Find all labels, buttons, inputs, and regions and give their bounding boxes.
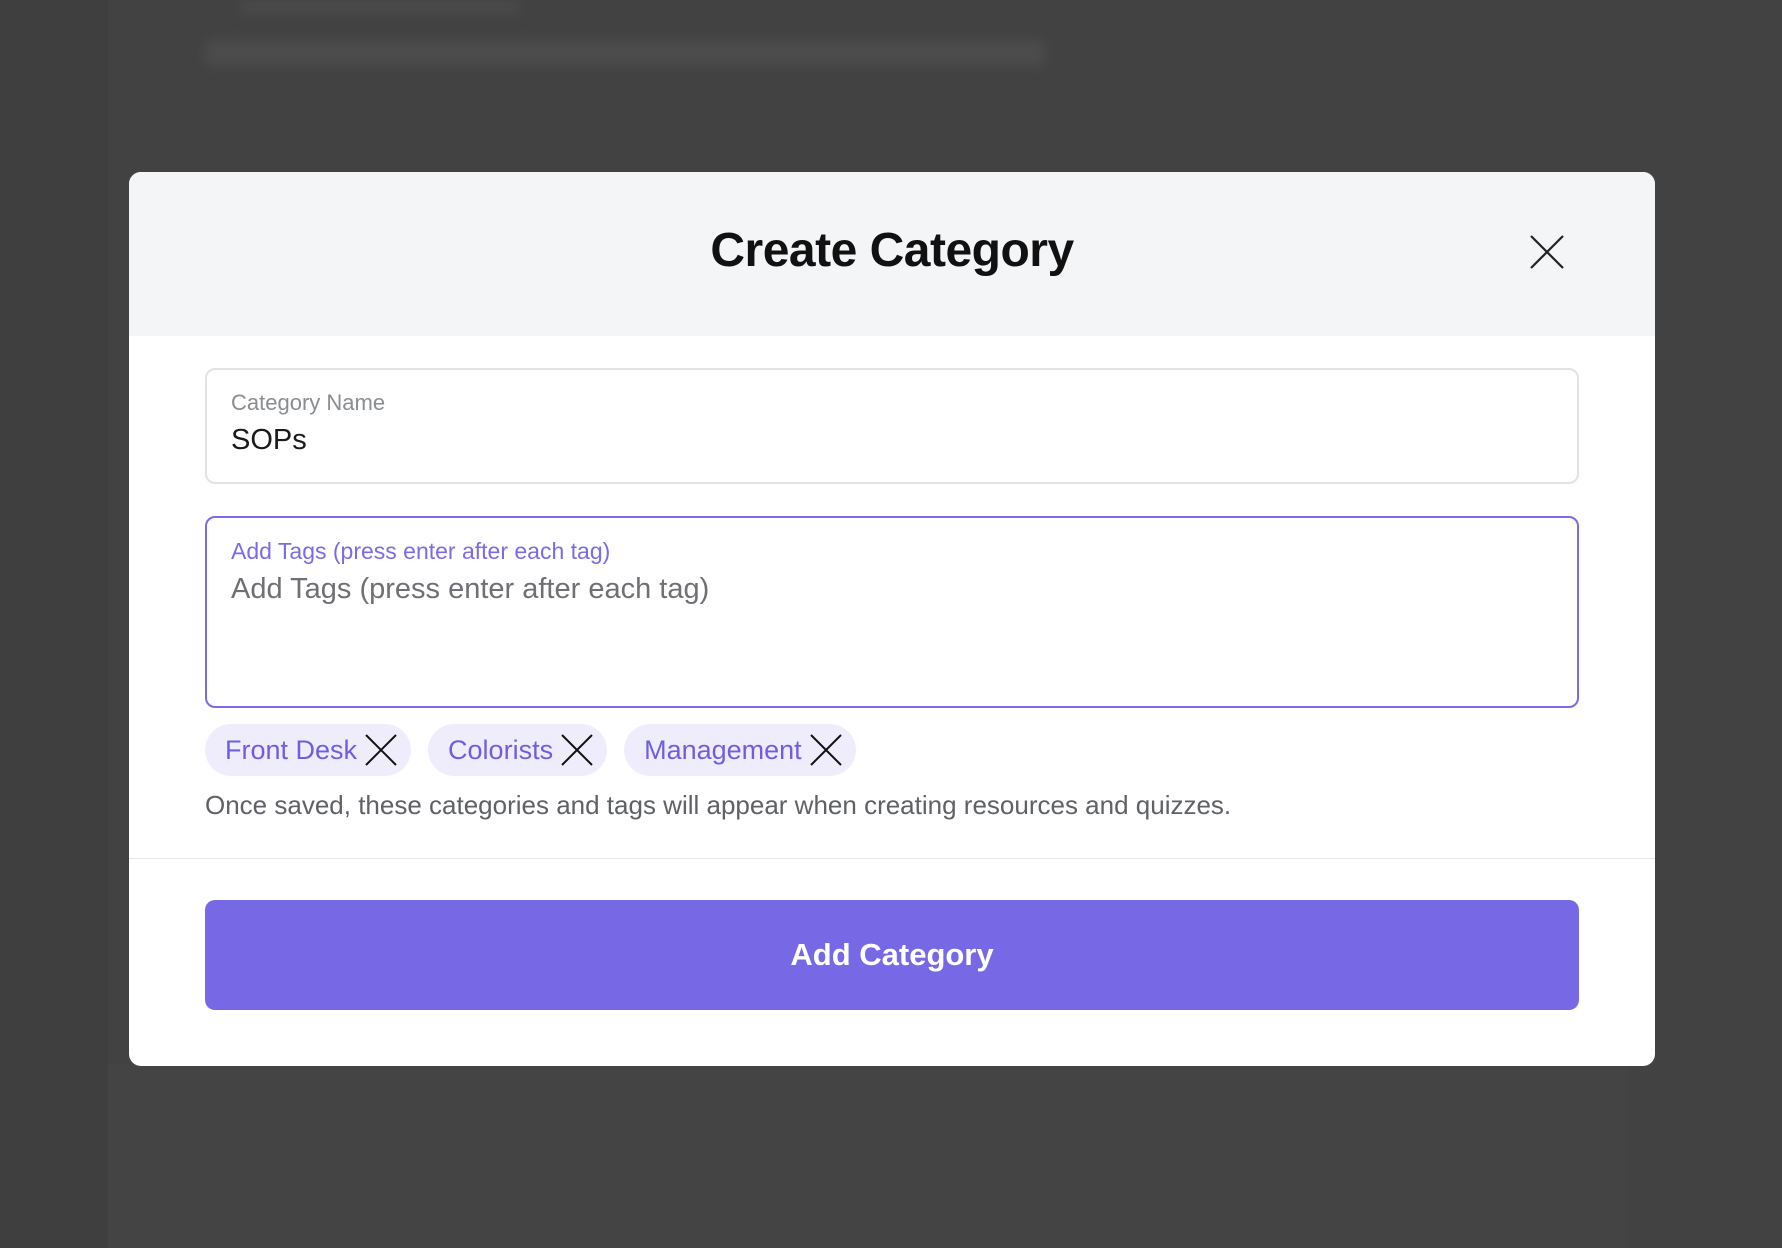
dialog-header: Create Category	[129, 172, 1655, 336]
tag-chip-list: Front Desk Colorists Management	[205, 724, 1579, 776]
category-name-label: Category Name	[231, 390, 386, 415]
close-button[interactable]	[1527, 232, 1567, 272]
tags-input[interactable]	[231, 573, 1553, 606]
tags-field[interactable]: Add Tags (press enter after each tag)	[205, 516, 1579, 708]
tags-label: Add Tags (press enter after each tag)	[231, 538, 611, 564]
helper-text: Once saved, these categories and tags wi…	[205, 790, 1232, 820]
category-name-input[interactable]: SOPs	[231, 424, 1553, 457]
tag-chip: Front Desk	[205, 724, 412, 776]
category-name-field[interactable]: Category Name SOPs	[205, 368, 1579, 484]
footer-divider	[129, 858, 1655, 859]
tag-chip-label: Colorists	[448, 734, 554, 765]
tag-chip-label: Front Desk	[225, 734, 358, 765]
background-content	[108, 1064, 1628, 1248]
dialog-body: Category Name SOPs Add Tags (press enter…	[129, 336, 1655, 821]
close-icon	[1530, 235, 1564, 269]
background-description	[205, 40, 1045, 66]
background-heading	[240, 0, 520, 14]
tag-chip: Colorists	[428, 724, 608, 776]
close-icon	[365, 734, 397, 766]
create-category-dialog: Create Category Category Name SOPs Add T…	[129, 172, 1655, 1066]
background-sidebar	[0, 0, 108, 1248]
remove-tag-button[interactable]	[363, 732, 399, 768]
remove-tag-button[interactable]	[559, 732, 595, 768]
close-icon	[561, 734, 593, 766]
tag-chip: Management	[624, 724, 856, 776]
tag-chip-label: Management	[644, 734, 802, 765]
dialog-title: Create Category	[710, 223, 1074, 277]
add-category-button[interactable]: Add Category	[205, 900, 1579, 1010]
close-icon	[809, 734, 842, 766]
remove-tag-button[interactable]	[808, 732, 844, 768]
